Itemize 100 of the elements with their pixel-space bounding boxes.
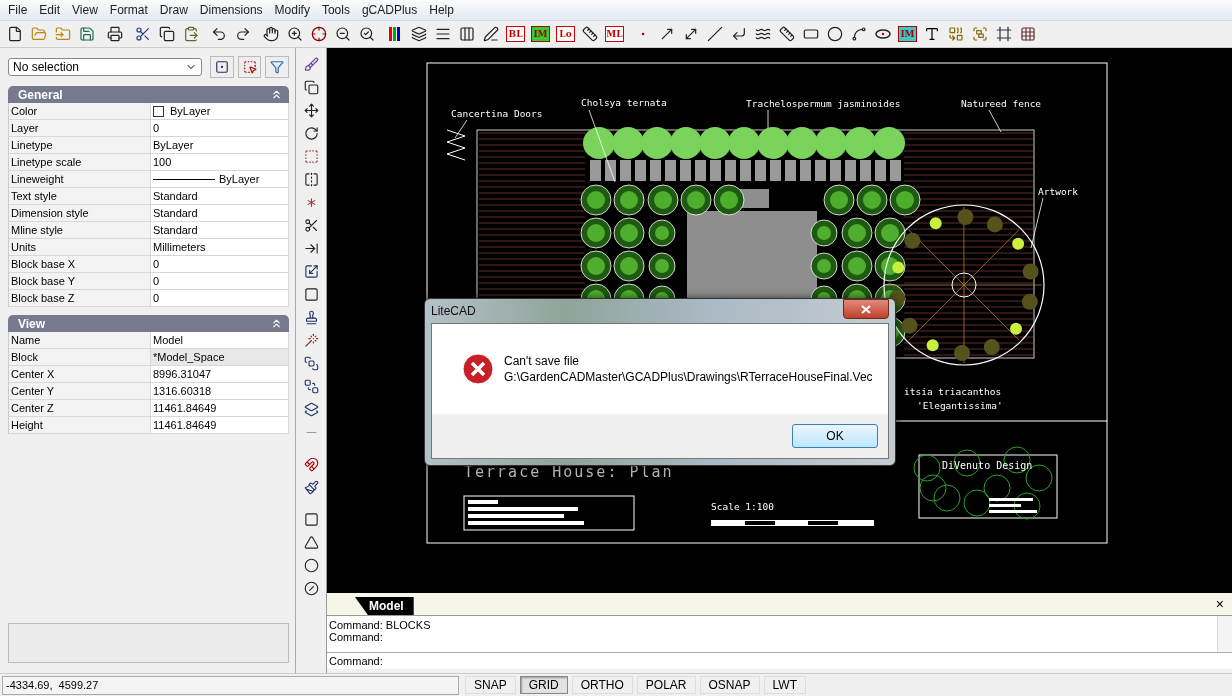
menu-item[interactable]: Dimensions [193,3,269,17]
mirror-icon[interactable] [303,171,319,187]
copy-icon[interactable] [303,79,319,95]
cut-icon[interactable] [135,26,151,42]
arc-icon[interactable] [851,26,867,42]
property-value[interactable]: 1316.60318 [151,383,289,400]
no-snap-icon[interactable] [303,580,319,596]
move-icon[interactable] [303,102,319,118]
circle-icon[interactable] [303,557,319,573]
text-icon[interactable] [924,26,940,42]
quick-select-button[interactable] [210,56,234,78]
wand-icon[interactable] [303,332,319,348]
property-value[interactable]: 11461.84649 [151,400,289,417]
layer-order-icon[interactable] [303,401,319,417]
layout-tab[interactable]: Model [355,597,414,615]
bracket-icon[interactable] [303,286,319,302]
collapse-icon[interactable] [270,88,283,101]
spline-icon[interactable] [755,26,771,42]
triangle-icon[interactable] [303,534,319,550]
rotate-icon[interactable] [303,125,319,141]
menu-item[interactable]: Format [103,3,154,17]
text-style-icon[interactable] [483,26,499,42]
color-bars-icon[interactable] [388,26,402,42]
line-icon[interactable] [659,26,675,42]
toolbar-badge[interactable]: IM [898,26,917,42]
rectangle-icon[interactable] [803,26,819,42]
menu-item[interactable]: Draw [153,3,194,17]
copy-icon[interactable] [159,26,175,42]
print-icon[interactable] [107,26,123,42]
hatch-icon[interactable] [1020,26,1036,42]
brush-icon[interactable] [303,56,319,72]
menu-item[interactable]: gCADPlus [355,3,424,17]
mode-toggle[interactable]: GRID [519,676,568,694]
polyline-icon[interactable] [731,26,747,42]
stamp-icon[interactable] [303,309,319,325]
linetype-icon[interactable] [435,26,451,42]
toolbar-badge[interactable]: Lo [556,26,575,42]
section-header[interactable]: View [8,315,289,332]
toolbar-badge[interactable]: BL [506,26,525,42]
lineweight-icon[interactable] [459,26,475,42]
close-button[interactable] [843,299,889,319]
property-value[interactable]: Standard [151,188,289,205]
zoom-previous-icon[interactable] [359,26,375,42]
zoom-out-icon[interactable] [335,26,351,42]
toolbar-badge[interactable]: ML [605,26,624,42]
trim-icon[interactable] [303,217,319,233]
dimension-style-icon[interactable] [582,26,598,42]
mode-toggle[interactable]: LWT [763,676,806,694]
ellipse-icon[interactable] [875,29,891,39]
menu-item[interactable]: View [66,3,104,17]
property-value[interactable]: Millimeters [151,239,289,256]
square-icon[interactable] [303,511,319,527]
mode-toggle[interactable]: POLAR [636,676,696,694]
property-value[interactable]: 8996.31047 [151,366,289,383]
save-icon[interactable] [79,26,95,42]
scroll-bar[interactable] [1217,616,1232,652]
redo-icon[interactable] [235,26,251,42]
property-value[interactable]: 0 [151,290,289,307]
property-value[interactable]: Model [151,332,289,349]
property-value[interactable]: ByLayer [151,103,289,120]
collapse-icon[interactable] [270,317,283,330]
property-value[interactable]: 0 [151,273,289,290]
ok-button[interactable]: OK [792,424,878,448]
mode-toggle[interactable]: SNAP [465,676,516,694]
circle-icon[interactable] [827,26,843,42]
command-input[interactable]: Command: [327,653,1232,669]
menu-item[interactable]: Help [423,3,460,17]
frame-icon[interactable] [996,26,1012,42]
block-icon[interactable] [972,26,988,42]
property-value[interactable]: 100 [151,154,289,171]
mode-toggle[interactable]: ORTHO [571,676,633,694]
scale-icon[interactable] [303,148,319,164]
open-folder-icon[interactable] [31,26,47,42]
paste-icon[interactable] [183,26,199,42]
close-button[interactable]: × [1215,596,1224,612]
send-back-icon[interactable] [303,378,319,394]
segment-icon[interactable] [707,26,723,42]
menu-item[interactable]: File [2,3,34,17]
folder-icon[interactable] [55,26,71,42]
bring-front-icon[interactable] [303,355,319,371]
zoom-window-icon[interactable] [311,26,327,42]
menu-item[interactable]: Edit [33,3,67,17]
zoom-in-icon[interactable] [287,26,303,42]
stretch-icon[interactable] [303,263,319,279]
property-value[interactable]: 0 [151,256,289,273]
selection-dropdown[interactable]: No selection [8,58,203,76]
property-value[interactable]: ByLayer [151,171,289,188]
filter-button[interactable] [265,56,289,78]
menu-item[interactable]: Tools [315,3,356,17]
double-arrow-icon[interactable] [683,26,699,42]
magnet-icon[interactable] [303,456,319,472]
property-value[interactable]: Standard [151,222,289,239]
section-header[interactable]: General [8,86,289,103]
property-value[interactable]: Standard [151,205,289,222]
drawing-canvas[interactable] [327,48,1232,593]
undo-icon[interactable] [211,26,227,42]
new-file-icon[interactable] [7,26,23,42]
pick-objects-button[interactable] [237,56,262,78]
property-value[interactable]: ByLayer [151,137,289,154]
layers-icon[interactable] [411,26,427,42]
